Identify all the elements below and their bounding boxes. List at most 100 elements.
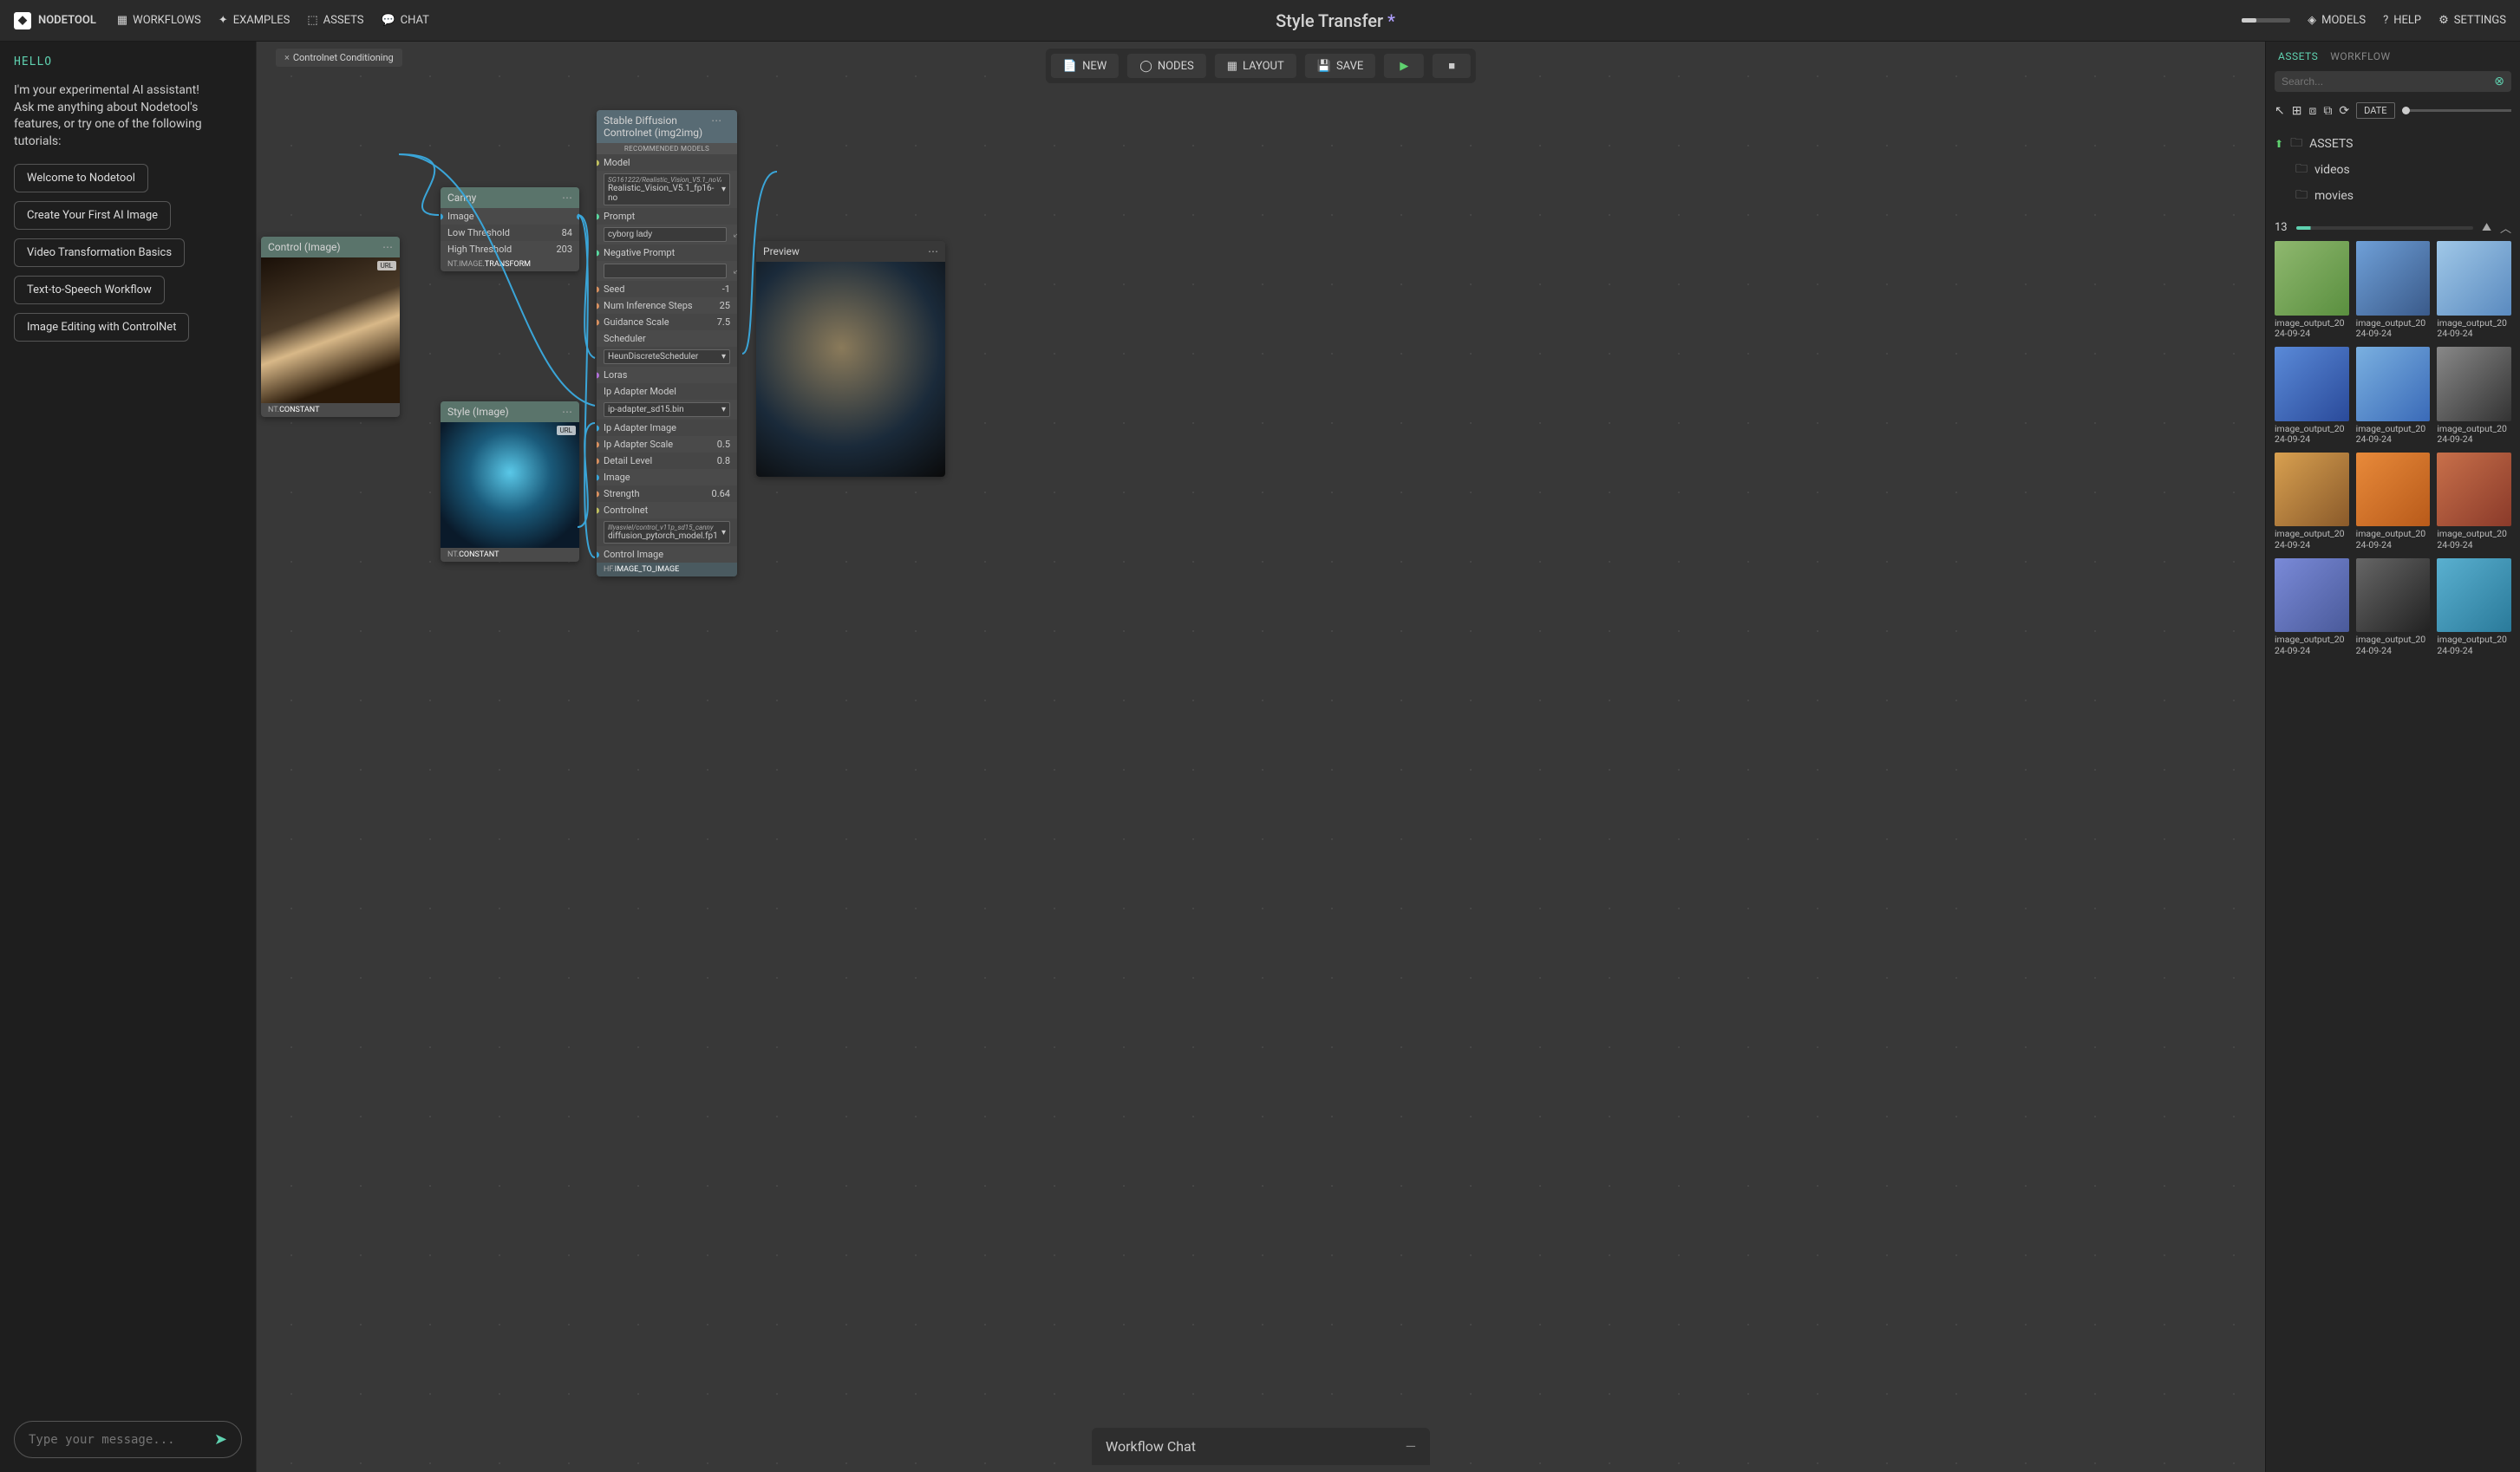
layout-button[interactable]: ▦ LAYOUT: [1215, 54, 1296, 78]
close-tab-icon[interactable]: ×: [284, 52, 290, 63]
chat-input[interactable]: [29, 1433, 207, 1447]
field-model-value[interactable]: SG161222/Realistic_Vision_V5.1_noVAE Rea…: [597, 171, 737, 208]
tutorial-video-transform[interactable]: Video Transformation Basics: [14, 238, 185, 267]
workflow-chat[interactable]: Workflow Chat —: [1092, 1428, 1430, 1465]
field-ip-scale[interactable]: Ip Adapter Scale0.5: [597, 436, 737, 453]
field-low-threshold[interactable]: Low Threshold 84: [441, 225, 579, 241]
field-scheduler-value[interactable]: HeunDiscreteScheduler▾: [597, 347, 737, 367]
expand-icon[interactable]: ⤢: [730, 266, 737, 276]
save-button[interactable]: 💾 SAVE: [1305, 54, 1376, 78]
field-ip-model-label: Ip Adapter Model: [597, 383, 737, 400]
asset-item[interactable]: image_output_2024-09-24: [2437, 241, 2511, 340]
nav-help[interactable]: ? HELP: [2383, 14, 2421, 27]
prompt-input[interactable]: [604, 227, 727, 242]
field-steps[interactable]: Num Inference Steps25: [597, 297, 737, 314]
neg-prompt-input[interactable]: [604, 264, 727, 278]
node-menu-icon[interactable]: ⋯: [562, 192, 572, 204]
tab-assets[interactable]: ASSETS: [2278, 50, 2318, 62]
asset-item[interactable]: image_output_2024-09-24: [2356, 241, 2431, 340]
asset-item[interactable]: image_output_2024-09-24: [2275, 241, 2349, 340]
node-menu-icon[interactable]: ⋯: [562, 406, 572, 418]
add-icon[interactable]: ⊞: [2292, 104, 2302, 118]
field-detail[interactable]: Detail Level0.8: [597, 453, 737, 469]
field-scheduler-label: Scheduler: [597, 330, 737, 347]
nodes-button[interactable]: ◯ NODES: [1127, 54, 1205, 78]
assistant-intro: I'm your experimental AI assistant! Ask …: [14, 82, 242, 150]
field-controlnet-value[interactable]: lllyasviel/control_v11p_sd15_canny diffu…: [597, 518, 737, 546]
node-style-image[interactable]: Style (Image) ⋯ URL NT.CONSTANT: [441, 401, 579, 562]
asset-item[interactable]: image_output_2024-09-24: [2356, 558, 2431, 657]
nav-workflows[interactable]: ▦ WORKFLOWS: [117, 14, 201, 27]
nav-settings[interactable]: ⚙ SETTINGS: [2438, 14, 2506, 27]
nav-models[interactable]: ◈ MODELS: [2308, 14, 2366, 27]
thumb-size-slider[interactable]: [2402, 109, 2511, 112]
search-input[interactable]: [2282, 75, 2494, 88]
asset-item[interactable]: image_output_2024-09-24: [2437, 453, 2511, 551]
tab-workflow[interactable]: WORKFLOW: [2330, 50, 2390, 62]
asset-item[interactable]: image_output_2024-09-24: [2356, 347, 2431, 446]
tree-folder-movies[interactable]: 🗀 movies: [2275, 183, 2511, 209]
tree-folder-videos[interactable]: 🗀 videos: [2275, 157, 2511, 183]
deselect-icon[interactable]: ⧉: [2323, 104, 2332, 118]
tutorial-first-image[interactable]: Create Your First AI Image: [14, 201, 171, 230]
expand-icon[interactable]: ⤢: [730, 230, 737, 239]
field-guidance[interactable]: Guidance Scale7.5: [597, 314, 737, 330]
recommended-models-label[interactable]: RECOMMENDED MODELS: [597, 143, 737, 154]
select-all-icon[interactable]: ⧈: [2308, 104, 2316, 118]
nav-examples[interactable]: ✦ EXAMPLES: [219, 14, 291, 27]
asset-item[interactable]: image_output_2024-09-24: [2437, 347, 2511, 446]
node-sd-controlnet[interactable]: Stable Diffusion Controlnet (img2img) ⋯ …: [597, 110, 737, 576]
upload-icon[interactable]: ⬆: [2275, 138, 2283, 150]
tutorial-tts[interactable]: Text-to-Speech Workflow: [14, 276, 165, 304]
node-preview[interactable]: Preview ⋯: [756, 241, 945, 477]
field-neg-prompt-label: Negative Prompt: [597, 244, 737, 261]
asset-item[interactable]: image_output_2024-09-24: [2275, 453, 2349, 551]
sort-button[interactable]: DATE: [2356, 102, 2394, 119]
save-icon: 💾: [1317, 60, 1331, 73]
shuffle-icon[interactable]: ⛰: [2482, 221, 2491, 234]
right-panel: ASSETS WORKFLOW ⊗ ↖ ⊞ ⧈ ⧉ ⟳ DATE ⬆ 🗀: [2265, 42, 2520, 1472]
up-arrow-icon[interactable]: ↖: [2275, 104, 2285, 118]
tutorial-controlnet[interactable]: Image Editing with ControlNet: [14, 313, 189, 342]
sparkle-icon: ✦: [219, 14, 228, 27]
asset-grid: image_output_2024-09-24 image_output_202…: [2275, 241, 2511, 656]
send-button[interactable]: ➤: [214, 1430, 227, 1449]
tutorial-list: Welcome to Nodetool Create Your First AI…: [14, 164, 242, 342]
node-footer: NT.CONSTANT: [261, 403, 400, 417]
asset-grid-wrap[interactable]: image_output_2024-09-24 image_output_202…: [2266, 241, 2520, 1472]
field-image: Image: [597, 469, 737, 485]
play-button[interactable]: ▶: [1384, 54, 1424, 78]
nav-chat[interactable]: 💬 CHAT: [381, 14, 428, 27]
field-high-threshold[interactable]: High Threshold 203: [441, 241, 579, 257]
node-menu-icon[interactable]: ⋯: [928, 245, 938, 257]
chevron-down-icon: ▾: [721, 352, 726, 361]
canvas[interactable]: × Controlnet Conditioning 📄 NEW ◯ NODES …: [257, 42, 2265, 1472]
brand[interactable]: ◆ NODETOOL: [14, 12, 96, 29]
tutorial-welcome[interactable]: Welcome to Nodetool: [14, 164, 148, 192]
stop-button[interactable]: ■: [1433, 54, 1471, 78]
tree-root[interactable]: ⬆ 🗀 ASSETS: [2275, 131, 2511, 157]
field-ip-model-value[interactable]: ip-adapter_sd15.bin▾: [597, 400, 737, 420]
node-title-l1: Stable Diffusion: [604, 114, 702, 127]
nav-assets[interactable]: ⬚ ASSETS: [307, 14, 363, 27]
minimize-icon[interactable]: —: [1406, 1438, 1417, 1455]
node-menu-icon[interactable]: ⋯: [711, 114, 721, 127]
refresh-icon[interactable]: ⟳: [2339, 104, 2349, 118]
field-seed[interactable]: Seed-1: [597, 281, 737, 297]
node-canny[interactable]: Canny ⋯ Image Low Threshold 84 High Thre…: [441, 187, 579, 271]
chevron-up-icon[interactable]: ︿: [2500, 219, 2511, 236]
tab-ribbon[interactable]: × Controlnet Conditioning: [276, 49, 402, 67]
asset-item[interactable]: image_output_2024-09-24: [2437, 558, 2511, 657]
new-button[interactable]: 📄 NEW: [1051, 54, 1119, 78]
field-strength[interactable]: Strength0.64: [597, 485, 737, 502]
asset-item[interactable]: image_output_2024-09-24: [2275, 558, 2349, 657]
node-control-image[interactable]: Control (Image) ⋯ URL NT.CONSTANT: [261, 237, 400, 417]
asset-item[interactable]: image_output_2024-09-24: [2356, 453, 2431, 551]
asset-search: ⊗: [2275, 71, 2511, 92]
asset-item[interactable]: image_output_2024-09-24: [2275, 347, 2349, 446]
node-menu-icon[interactable]: ⋯: [382, 241, 393, 253]
field-neg-prompt-input[interactable]: ⤢: [597, 261, 737, 281]
clear-search-icon[interactable]: ⊗: [2494, 75, 2504, 88]
field-prompt-input[interactable]: ⤢: [597, 225, 737, 244]
field-loras: Loras: [597, 367, 737, 383]
